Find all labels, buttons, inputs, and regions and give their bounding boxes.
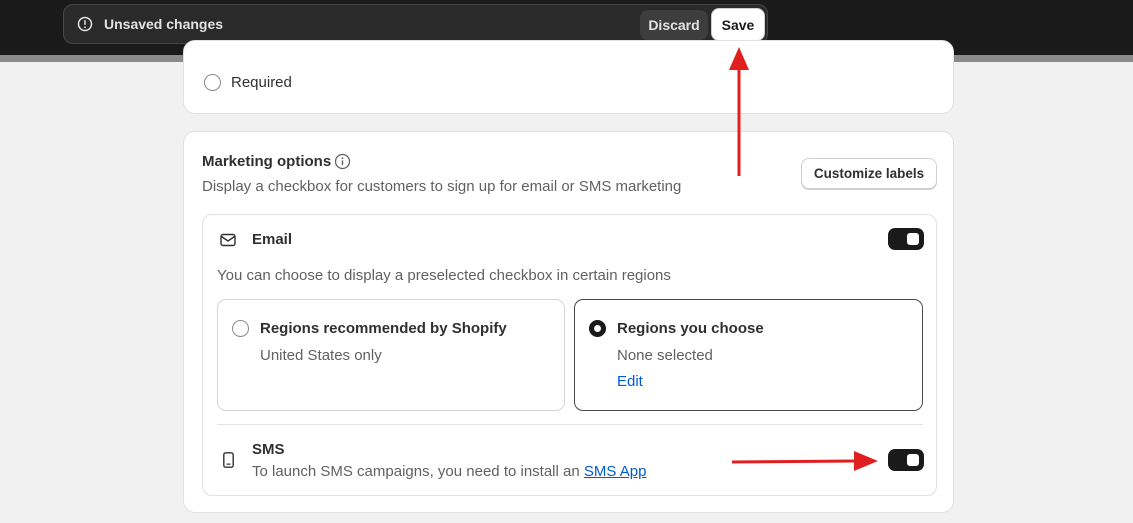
channel-divider [217, 424, 923, 425]
save-button[interactable]: Save [711, 8, 765, 41]
contextual-save-bar: Unsaved changes Discard Save [63, 4, 768, 44]
email-title: Email [252, 231, 293, 248]
customize-labels-button[interactable]: Customize labels [801, 158, 937, 189]
region-recommended-subtitle: United States only [260, 347, 382, 364]
sms-description: To launch SMS campaigns, you need to ins… [252, 463, 646, 480]
email-description: You can choose to display a preselected … [217, 267, 671, 284]
sms-toggle[interactable] [888, 449, 924, 471]
region-recommended-title: Regions recommended by Shopify [260, 320, 507, 337]
warning-circle-icon [77, 16, 93, 32]
sms-description-text: To launch SMS campaigns, you need to ins… [252, 463, 580, 480]
mail-icon [220, 233, 236, 247]
marketing-options-card: Marketing options Display a checkbox for… [183, 131, 954, 513]
marketing-channels-box: Email You can choose to display a presel… [202, 214, 937, 496]
region-option-custom[interactable]: Regions you choose None selected Edit [574, 299, 923, 411]
region-edit-link[interactable]: Edit [617, 373, 643, 390]
marketing-options-description: Display a checkbox for customers to sign… [202, 178, 682, 195]
discard-button[interactable]: Discard [640, 10, 708, 40]
phone-icon [223, 452, 234, 468]
sms-toggle-knob [907, 454, 919, 466]
required-options-card: Required [183, 40, 954, 114]
region-option-recommended[interactable]: Regions recommended by Shopify United St… [217, 299, 565, 411]
sms-title: SMS [252, 441, 285, 458]
marketing-options-title: Marketing options [202, 153, 332, 170]
required-radio[interactable] [204, 74, 221, 91]
unsaved-changes-message: Unsaved changes [104, 16, 224, 32]
region-custom-radio[interactable] [589, 320, 606, 337]
region-recommended-radio[interactable] [232, 320, 249, 337]
region-custom-subtitle: None selected [617, 347, 713, 364]
info-icon[interactable] [334, 153, 351, 170]
sms-app-link[interactable]: SMS App [584, 463, 647, 480]
email-toggle-knob [907, 233, 919, 245]
email-toggle[interactable] [888, 228, 924, 250]
region-custom-title: Regions you choose [617, 320, 764, 337]
required-label: Required [231, 74, 292, 91]
